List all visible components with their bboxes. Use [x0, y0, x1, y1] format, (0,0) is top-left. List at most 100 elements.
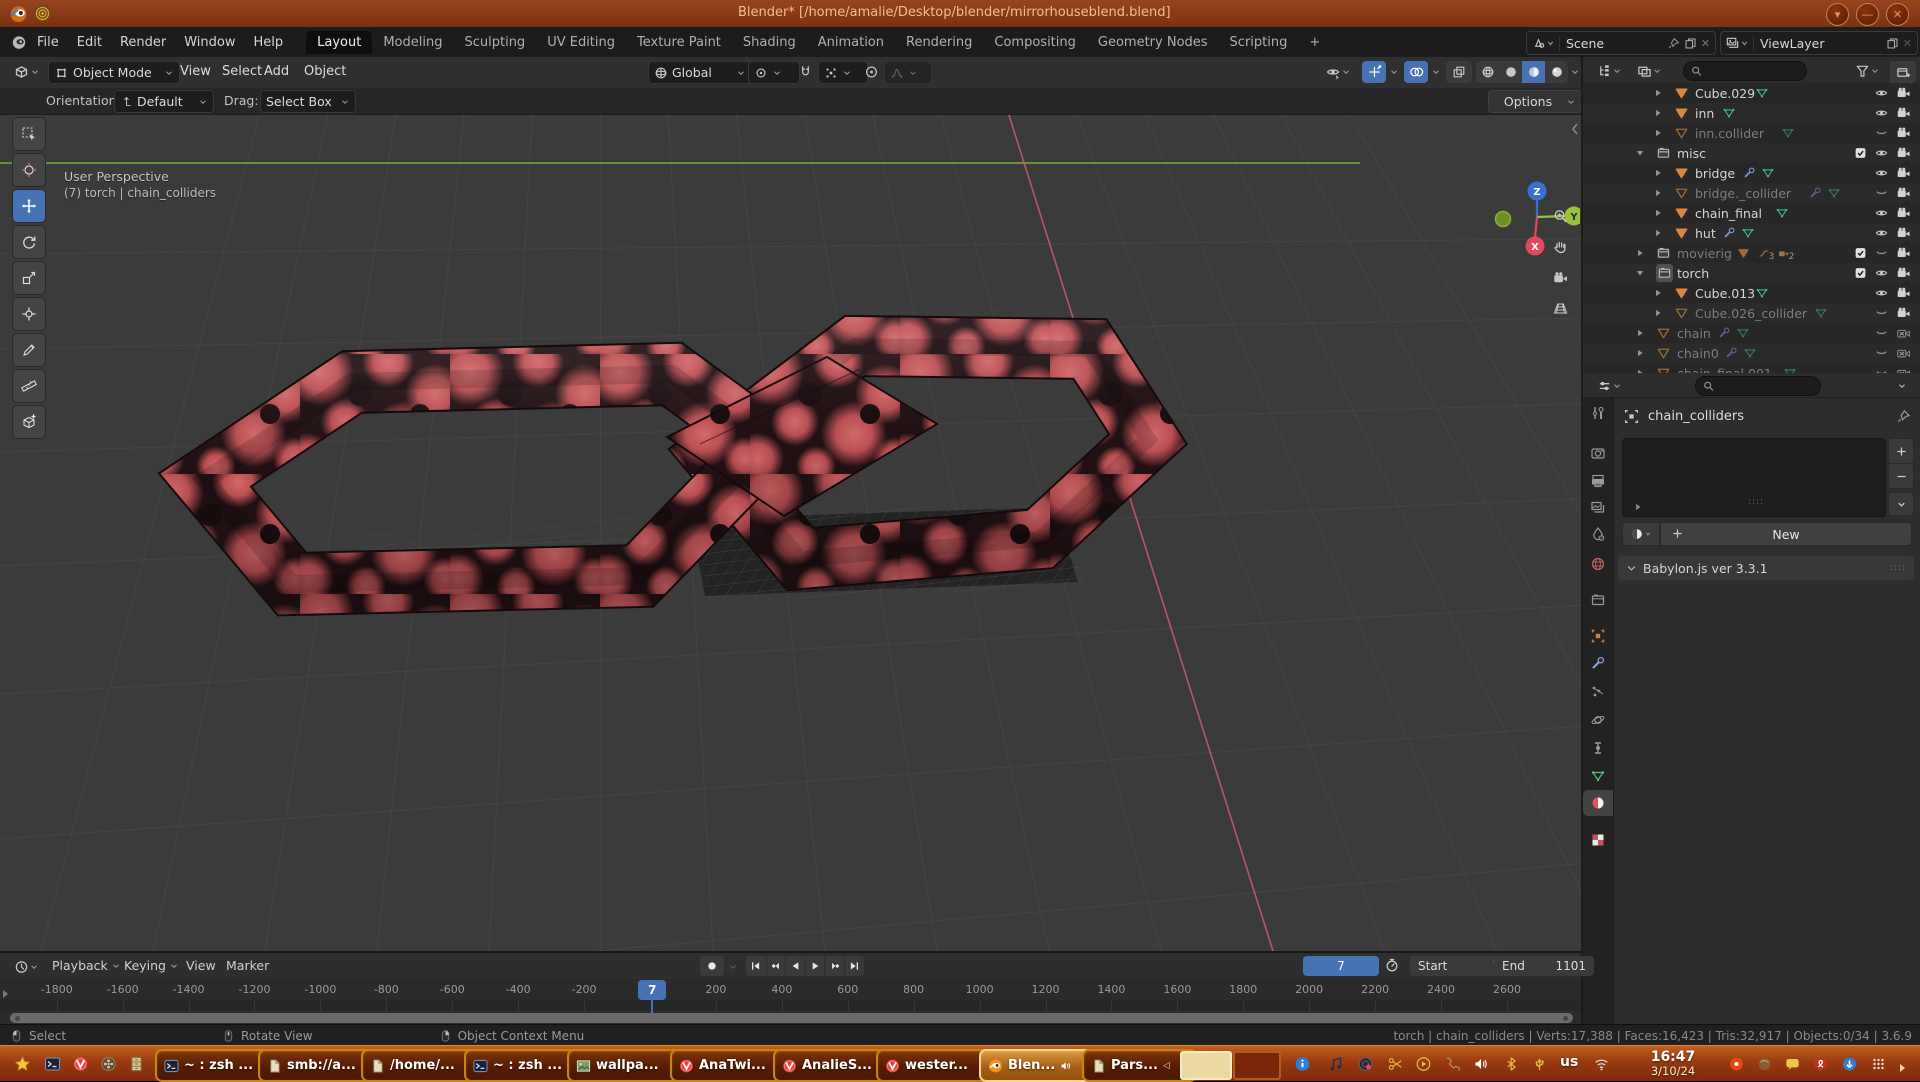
- properties-tab-world[interactable]: [1583, 551, 1613, 577]
- hide-eye-icon[interactable]: [1874, 265, 1889, 281]
- tray-volume[interactable]: [1472, 1055, 1490, 1073]
- launcher-vivaldi[interactable]: [68, 1052, 92, 1076]
- outliner-item-label[interactable]: chain0: [1677, 346, 1719, 361]
- visibility-dropdown[interactable]: [1318, 61, 1358, 83]
- shading-wireframe-button[interactable]: [1476, 61, 1499, 83]
- render-camera-icon[interactable]: [1896, 165, 1911, 181]
- expand-icon[interactable]: [1653, 208, 1663, 218]
- pan-button[interactable]: [1548, 235, 1572, 259]
- properties-tab-modifiers[interactable]: [1583, 650, 1613, 676]
- outliner-row[interactable]: torch: [1583, 263, 1920, 283]
- properties-tab-view-layer[interactable]: [1583, 495, 1613, 521]
- hide-eye-icon[interactable]: [1874, 105, 1889, 121]
- taskbar-window--zsh-[interactable]: ~ : zsh ...: [464, 1049, 579, 1082]
- properties-tab-collection[interactable]: [1583, 587, 1613, 613]
- outliner-row[interactable]: bridge._collider: [1583, 183, 1920, 203]
- xray-toggle[interactable]: [1446, 61, 1472, 83]
- hide-eye-icon[interactable]: [1874, 305, 1889, 321]
- outliner-row[interactable]: chain: [1583, 323, 1920, 343]
- render-camera-icon[interactable]: [1896, 325, 1911, 341]
- render-camera-icon[interactable]: [1896, 265, 1911, 281]
- outliner-item-label[interactable]: inn: [1695, 106, 1714, 121]
- collection-checkbox[interactable]: [1854, 245, 1867, 261]
- outliner-row[interactable]: Cube.013: [1583, 283, 1920, 303]
- add-slot-button[interactable]: [1888, 438, 1914, 464]
- expand-icon[interactable]: [1635, 348, 1645, 358]
- timeline-editor-type[interactable]: [8, 956, 44, 978]
- new-material-button[interactable]: New: [1660, 522, 1912, 546]
- shading-rendered-button[interactable]: [1545, 61, 1568, 83]
- expand-icon[interactable]: [1653, 228, 1663, 238]
- outliner-row[interactable]: inn: [1583, 103, 1920, 123]
- taskbar-window-smb-a-[interactable]: smb://a...: [258, 1049, 373, 1082]
- outliner-item-label[interactable]: Cube.026_collider: [1695, 306, 1807, 321]
- object-mode-dropdown[interactable]: Object Mode: [48, 61, 180, 84]
- proportional-edit-button[interactable]: [860, 61, 882, 83]
- render-camera-icon[interactable]: [1896, 85, 1911, 101]
- gizmos-dropdown[interactable]: [1387, 61, 1400, 83]
- end-frame-field[interactable]: End1101: [1494, 956, 1594, 976]
- tray-app-3[interactable]: [1811, 1055, 1829, 1073]
- taskbar-window--zsh-[interactable]: ~ : zsh ...: [155, 1049, 270, 1082]
- remove-slot-button[interactable]: [1888, 463, 1914, 489]
- timeline-menu-view[interactable]: View: [186, 958, 216, 973]
- use-preview-range-button[interactable]: [1384, 957, 1404, 973]
- viewlayer-new-icon[interactable]: [1886, 37, 1899, 50]
- workspace-tab-rendering[interactable]: Rendering: [895, 31, 983, 54]
- viewport-menu-add[interactable]: Add: [264, 64, 289, 79]
- taskbar-window--home-[interactable]: /home/...: [361, 1049, 476, 1082]
- properties-tab-output[interactable]: [1583, 468, 1613, 494]
- snap-toggle-button[interactable]: [794, 61, 816, 83]
- timeline-menu-playback[interactable]: Playback: [52, 958, 121, 973]
- hide-eye-icon[interactable]: [1874, 205, 1889, 221]
- outliner-item-label[interactable]: inn.collider: [1695, 126, 1764, 141]
- outliner-item-label[interactable]: hut: [1695, 226, 1716, 241]
- play-reverse-button[interactable]: [785, 956, 806, 976]
- new-collection-button[interactable]: [1889, 60, 1917, 84]
- jump-to-start-button[interactable]: [746, 956, 766, 976]
- tool-measure[interactable]: [12, 369, 46, 403]
- hide-eye-icon[interactable]: [1874, 145, 1889, 161]
- outliner-row[interactable]: misc: [1583, 143, 1920, 163]
- shading-material-preview-button[interactable]: [1522, 61, 1545, 83]
- tray-bluetooth[interactable]: [1502, 1055, 1520, 1073]
- clock[interactable]: 16:47 3/10/24: [1630, 1049, 1716, 1078]
- tray-info[interactable]: [1293, 1055, 1311, 1073]
- outliner-item-label[interactable]: bridge._collider: [1695, 186, 1791, 201]
- render-camera-icon[interactable]: [1896, 205, 1911, 221]
- taskbar-window-anatwi-[interactable]: AnaTwi...: [670, 1049, 785, 1082]
- playhead[interactable]: 7: [638, 980, 666, 1000]
- shading-solid-button[interactable]: [1499, 61, 1522, 83]
- workspace-tab-layout[interactable]: Layout: [306, 31, 372, 54]
- expand-icon[interactable]: [1653, 188, 1663, 198]
- expand-icon[interactable]: [1653, 308, 1663, 318]
- tool-cursor[interactable]: [12, 153, 46, 187]
- pin-icon[interactable]: [1896, 409, 1911, 424]
- expand-icon[interactable]: [1653, 88, 1663, 98]
- viewlayer-remove-icon[interactable]: ✕: [1903, 37, 1912, 50]
- tray-updates[interactable]: [1840, 1055, 1858, 1073]
- menu-window[interactable]: Window: [175, 31, 244, 54]
- outliner-row[interactable]: movierig32: [1583, 243, 1920, 263]
- hide-eye-icon[interactable]: [1874, 185, 1889, 201]
- timeline-scrollbar[interactable]: [10, 1013, 1573, 1023]
- properties-tab-particles[interactable]: [1583, 679, 1613, 705]
- tray-clipboard[interactable]: [1386, 1055, 1404, 1073]
- scene-new-icon[interactable]: [1684, 37, 1697, 50]
- orientation-dropdown[interactable]: Default: [114, 90, 214, 113]
- properties-tab-object[interactable]: [1583, 623, 1613, 649]
- properties-tab-render[interactable]: [1583, 440, 1613, 466]
- material-browse-button[interactable]: [1622, 522, 1660, 546]
- render-camera-icon[interactable]: [1896, 145, 1911, 161]
- expand-icon[interactable]: [1635, 268, 1645, 278]
- outliner-item-label[interactable]: misc: [1677, 146, 1706, 161]
- pager-desktop-1[interactable]: [1180, 1051, 1232, 1080]
- outliner-display-mode[interactable]: [1591, 60, 1627, 82]
- properties-tab-material[interactable]: [1583, 790, 1613, 816]
- outliner-item-label[interactable]: chain: [1677, 326, 1711, 341]
- workspace-tab-texture-paint[interactable]: Texture Paint: [626, 31, 732, 54]
- outliner-row[interactable]: chain_final: [1583, 203, 1920, 223]
- workspace-tab-uv-editing[interactable]: UV Editing: [536, 31, 626, 54]
- outliner-filter-button[interactable]: [1849, 60, 1885, 82]
- falloff-dropdown[interactable]: [884, 61, 932, 84]
